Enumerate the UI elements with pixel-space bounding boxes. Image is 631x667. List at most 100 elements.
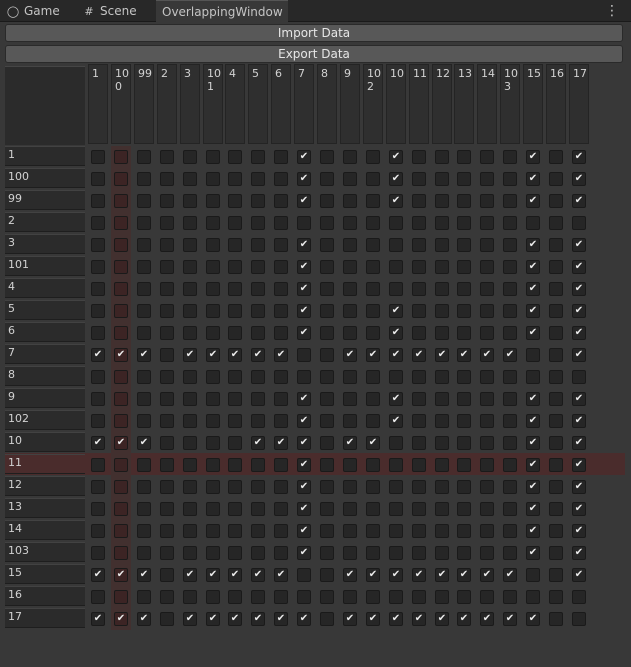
layer-toggle-checkbox[interactable] xyxy=(343,370,357,384)
layer-toggle-checkbox[interactable] xyxy=(435,304,449,318)
layer-toggle-checkbox[interactable]: ✔ xyxy=(389,150,403,164)
layer-toggle-checkbox[interactable]: ✔ xyxy=(526,150,540,164)
layer-toggle-checkbox[interactable]: ✔ xyxy=(435,348,449,362)
layer-toggle-checkbox[interactable]: ✔ xyxy=(297,612,311,626)
layer-toggle-checkbox[interactable] xyxy=(503,480,517,494)
layer-toggle-checkbox[interactable]: ✔ xyxy=(343,436,357,450)
layer-toggle-checkbox[interactable] xyxy=(183,370,197,384)
layer-toggle-checkbox[interactable]: ✔ xyxy=(572,414,586,428)
layer-toggle-checkbox[interactable] xyxy=(435,436,449,450)
layer-toggle-checkbox[interactable] xyxy=(183,524,197,538)
layer-toggle-checkbox[interactable] xyxy=(457,392,471,406)
layer-toggle-checkbox[interactable] xyxy=(435,326,449,340)
layer-toggle-checkbox[interactable] xyxy=(251,326,265,340)
layer-toggle-checkbox[interactable] xyxy=(274,150,288,164)
layer-toggle-checkbox[interactable] xyxy=(389,458,403,472)
layer-toggle-checkbox[interactable] xyxy=(228,326,242,340)
layer-toggle-checkbox[interactable] xyxy=(114,502,128,516)
layer-toggle-checkbox[interactable] xyxy=(137,546,151,560)
layer-toggle-checkbox[interactable]: ✔ xyxy=(251,348,265,362)
layer-toggle-checkbox[interactable] xyxy=(91,326,105,340)
layer-toggle-checkbox[interactable] xyxy=(91,282,105,296)
layer-toggle-checkbox[interactable]: ✔ xyxy=(297,480,311,494)
layer-toggle-checkbox[interactable] xyxy=(549,150,563,164)
layer-toggle-checkbox[interactable] xyxy=(503,414,517,428)
layer-toggle-checkbox[interactable] xyxy=(183,458,197,472)
layer-toggle-checkbox[interactable]: ✔ xyxy=(297,414,311,428)
layer-toggle-checkbox[interactable] xyxy=(389,238,403,252)
layer-toggle-checkbox[interactable] xyxy=(274,414,288,428)
layer-toggle-checkbox[interactable] xyxy=(366,172,380,186)
layer-toggle-checkbox[interactable] xyxy=(228,524,242,538)
layer-toggle-checkbox[interactable]: ✔ xyxy=(183,612,197,626)
layer-toggle-checkbox[interactable] xyxy=(160,436,174,450)
layer-toggle-checkbox[interactable] xyxy=(320,216,334,230)
layer-toggle-checkbox[interactable] xyxy=(435,260,449,274)
layer-toggle-checkbox[interactable] xyxy=(137,590,151,604)
layer-toggle-checkbox[interactable]: ✔ xyxy=(206,612,220,626)
layer-toggle-checkbox[interactable] xyxy=(114,260,128,274)
layer-toggle-checkbox[interactable] xyxy=(297,590,311,604)
layer-toggle-checkbox[interactable] xyxy=(366,458,380,472)
layer-toggle-checkbox[interactable]: ✔ xyxy=(137,568,151,582)
layer-toggle-checkbox[interactable] xyxy=(343,326,357,340)
layer-toggle-checkbox[interactable]: ✔ xyxy=(572,282,586,296)
layer-toggle-checkbox[interactable] xyxy=(549,238,563,252)
tab-game[interactable]: ◯ Game xyxy=(6,0,60,22)
layer-toggle-checkbox[interactable] xyxy=(457,480,471,494)
layer-toggle-checkbox[interactable] xyxy=(206,326,220,340)
layer-toggle-checkbox[interactable] xyxy=(412,590,426,604)
layer-toggle-checkbox[interactable] xyxy=(114,458,128,472)
layer-toggle-checkbox[interactable] xyxy=(320,238,334,252)
layer-toggle-checkbox[interactable] xyxy=(435,194,449,208)
layer-toggle-checkbox[interactable] xyxy=(91,260,105,274)
layer-toggle-checkbox[interactable] xyxy=(137,172,151,186)
layer-toggle-checkbox[interactable]: ✔ xyxy=(412,612,426,626)
layer-toggle-checkbox[interactable] xyxy=(206,194,220,208)
layer-toggle-checkbox[interactable] xyxy=(503,194,517,208)
layer-toggle-checkbox[interactable]: ✔ xyxy=(297,392,311,406)
layer-toggle-checkbox[interactable] xyxy=(343,194,357,208)
layer-toggle-checkbox[interactable] xyxy=(366,414,380,428)
layer-toggle-checkbox[interactable] xyxy=(183,260,197,274)
layer-toggle-checkbox[interactable] xyxy=(251,172,265,186)
layer-toggle-checkbox[interactable] xyxy=(435,216,449,230)
layer-toggle-checkbox[interactable] xyxy=(503,502,517,516)
layer-toggle-checkbox[interactable] xyxy=(366,480,380,494)
layer-toggle-checkbox[interactable] xyxy=(160,370,174,384)
layer-toggle-checkbox[interactable] xyxy=(480,590,494,604)
layer-toggle-checkbox[interactable] xyxy=(228,436,242,450)
layer-toggle-checkbox[interactable] xyxy=(480,238,494,252)
import-data-button[interactable]: Import Data xyxy=(5,24,623,42)
layer-toggle-checkbox[interactable] xyxy=(160,568,174,582)
layer-toggle-checkbox[interactable] xyxy=(549,194,563,208)
layer-toggle-checkbox[interactable] xyxy=(206,502,220,516)
layer-toggle-checkbox[interactable] xyxy=(343,480,357,494)
layer-toggle-checkbox[interactable] xyxy=(366,546,380,560)
layer-toggle-checkbox[interactable] xyxy=(549,370,563,384)
layer-toggle-checkbox[interactable] xyxy=(274,238,288,252)
layer-toggle-checkbox[interactable] xyxy=(457,194,471,208)
layer-toggle-checkbox[interactable]: ✔ xyxy=(343,612,357,626)
layer-toggle-checkbox[interactable] xyxy=(503,370,517,384)
layer-toggle-checkbox[interactable] xyxy=(389,590,403,604)
layer-toggle-checkbox[interactable] xyxy=(412,524,426,538)
layer-toggle-checkbox[interactable] xyxy=(366,524,380,538)
layer-toggle-checkbox[interactable] xyxy=(251,370,265,384)
layer-toggle-checkbox[interactable] xyxy=(412,370,426,384)
layer-toggle-checkbox[interactable]: ✔ xyxy=(526,194,540,208)
layer-toggle-checkbox[interactable] xyxy=(251,304,265,318)
layer-toggle-checkbox[interactable] xyxy=(251,546,265,560)
layer-toggle-checkbox[interactable] xyxy=(183,546,197,560)
layer-toggle-checkbox[interactable]: ✔ xyxy=(366,436,380,450)
layer-toggle-checkbox[interactable] xyxy=(91,480,105,494)
layer-toggle-checkbox[interactable] xyxy=(183,194,197,208)
layer-toggle-checkbox[interactable]: ✔ xyxy=(572,546,586,560)
layer-toggle-checkbox[interactable] xyxy=(435,590,449,604)
layer-toggle-checkbox[interactable] xyxy=(251,502,265,516)
layer-toggle-checkbox[interactable] xyxy=(457,326,471,340)
layer-toggle-checkbox[interactable] xyxy=(160,304,174,318)
layer-toggle-checkbox[interactable] xyxy=(457,414,471,428)
layer-toggle-checkbox[interactable]: ✔ xyxy=(435,568,449,582)
layer-toggle-checkbox[interactable] xyxy=(412,546,426,560)
